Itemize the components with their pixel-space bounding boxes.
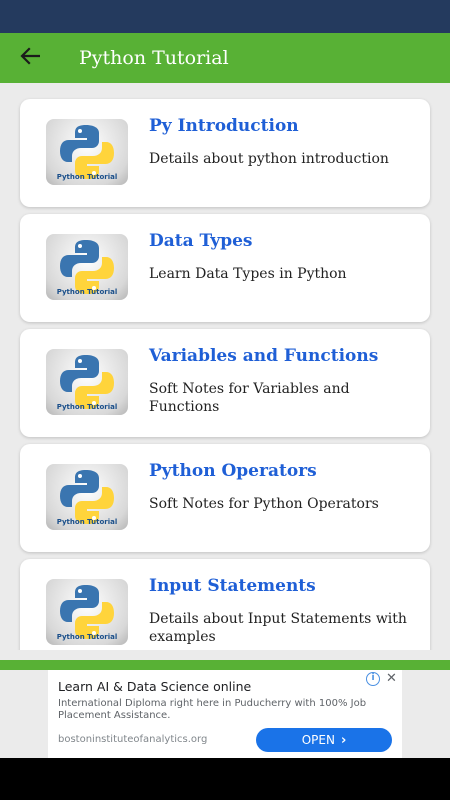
logo-caption: Python Tutorial <box>56 518 118 526</box>
app-bar: Python Tutorial <box>0 33 450 83</box>
python-logo-icon: Python Tutorial <box>46 464 128 530</box>
item-title: Variables and Functions <box>149 346 379 366</box>
item-description: Learn Data Types in Python <box>149 266 347 282</box>
ad-close-icon[interactable]: ✕ <box>386 671 397 686</box>
python-logo-icon: Python Tutorial <box>46 119 128 185</box>
item-title: Data Types <box>149 231 253 251</box>
logo-caption: Python Tutorial <box>56 288 118 296</box>
item-description: Details about python introduction <box>149 151 389 167</box>
ad-open-label: OPEN <box>301 733 335 747</box>
list-item-operators[interactable]: Python Tutorial Python Operators Soft No… <box>20 444 430 552</box>
status-bar <box>0 0 450 33</box>
item-title: Py Introduction <box>149 116 299 136</box>
ad-info-icon[interactable]: i <box>366 672 380 686</box>
bottom-divider <box>0 660 450 670</box>
python-logo-icon: Python Tutorial <box>46 234 128 300</box>
item-description: Details about Input Statements with exam… <box>149 611 407 645</box>
item-description: Soft Notes for Python Operators <box>149 496 379 512</box>
ad-description: International Diploma right here in Pudu… <box>58 698 367 721</box>
back-button[interactable] <box>0 33 60 83</box>
list-item-variables-functions[interactable]: Python Tutorial Variables and Functions … <box>20 329 430 437</box>
navigation-bar <box>0 758 450 800</box>
ad-url[interactable]: bostoninstituteofanalytics.org <box>58 734 207 745</box>
page-title: Python Tutorial <box>79 47 229 69</box>
item-description: Soft Notes for Variables and Functions <box>149 381 350 415</box>
ad-open-button[interactable]: OPEN › <box>256 728 392 752</box>
list-item-input-statements[interactable]: Python Tutorial Input Statements Details… <box>20 559 430 650</box>
list-item-introduction[interactable]: Python Tutorial Py Introduction Details … <box>20 99 430 207</box>
logo-caption: Python Tutorial <box>56 403 118 411</box>
arrow-left-icon <box>20 47 41 69</box>
topic-list[interactable]: Python Tutorial Py Introduction Details … <box>0 83 450 650</box>
item-title: Input Statements <box>149 576 316 596</box>
logo-caption: Python Tutorial <box>56 173 118 181</box>
python-logo-icon: Python Tutorial <box>46 579 128 645</box>
ad-banner[interactable]: i ✕ Learn AI & Data Science online Inter… <box>48 670 402 758</box>
logo-caption: Python Tutorial <box>56 633 118 641</box>
item-title: Python Operators <box>149 461 317 481</box>
ad-title[interactable]: Learn AI & Data Science online <box>58 679 251 694</box>
python-logo-icon: Python Tutorial <box>46 349 128 415</box>
chevron-right-icon: › <box>340 732 347 748</box>
list-item-data-types[interactable]: Python Tutorial Data Types Learn Data Ty… <box>20 214 430 322</box>
